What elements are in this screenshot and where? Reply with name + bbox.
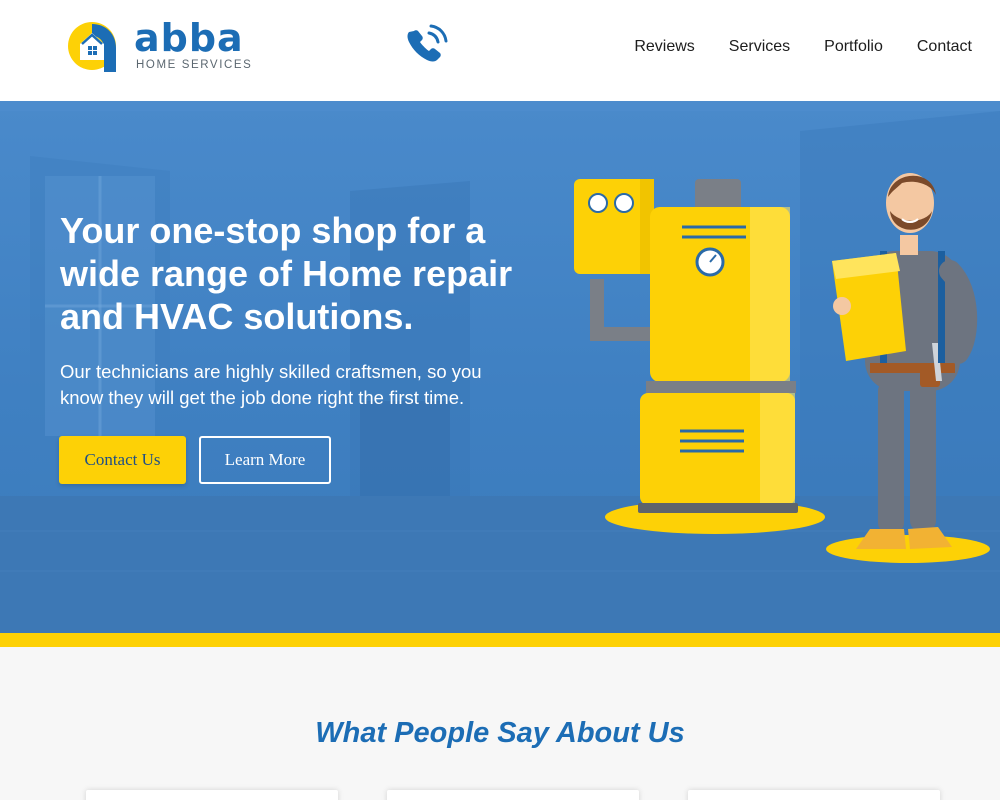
reviews-heading: What People Say About Us	[315, 717, 685, 749]
contact-us-button[interactable]: Contact Us	[59, 436, 186, 484]
hero-accent-stripe	[0, 633, 1000, 647]
reviews-section: What People Say About Us	[0, 647, 1000, 800]
brand-tagline: HOME SERVICES	[136, 59, 253, 71]
hero-section: Your one-stop shop for a wide range of H…	[0, 101, 1000, 633]
review-card	[387, 790, 639, 800]
review-card	[688, 790, 940, 800]
hero-title: Your one-stop shop for a wide range of H…	[60, 210, 513, 337]
nav-services[interactable]: Services	[729, 38, 790, 56]
brand-logo[interactable]: abba HOME SERVICES	[66, 14, 256, 74]
phone-ringing-icon[interactable]	[403, 22, 449, 66]
review-card	[86, 790, 338, 800]
site-header: abba HOME SERVICES Reviews Services Port…	[0, 0, 1000, 101]
nav-portfolio[interactable]: Portfolio	[824, 38, 883, 56]
nav-contact[interactable]: Contact	[917, 38, 972, 56]
hero-description: Our technicians are highly skilled craft…	[60, 361, 482, 408]
brand-name: abba	[134, 16, 244, 60]
nav-reviews[interactable]: Reviews	[634, 38, 694, 56]
house-logo-icon	[68, 22, 116, 72]
technician-with-furnace-illustration	[574, 173, 990, 563]
learn-more-button[interactable]: Learn More	[199, 436, 331, 484]
main-nav: Reviews Services Portfolio Contact	[634, 38, 972, 56]
